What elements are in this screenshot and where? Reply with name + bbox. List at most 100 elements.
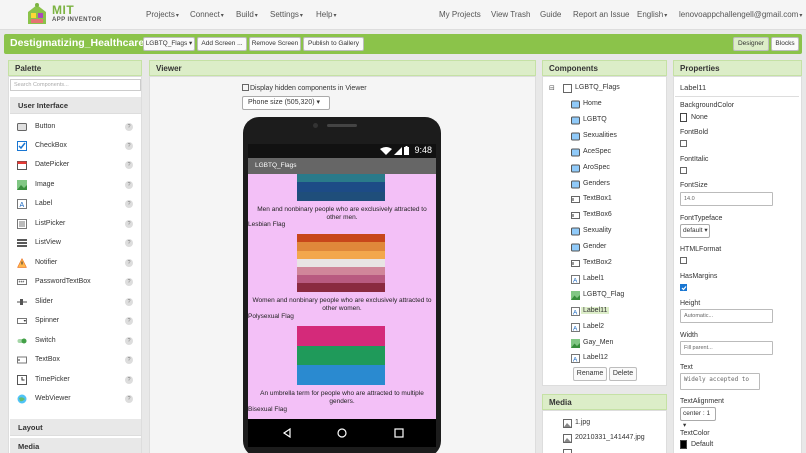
- tree-item[interactable]: A Label12: [571, 352, 661, 366]
- prop-text-color-value[interactable]: Default: [691, 441, 713, 448]
- help-icon[interactable]: ?: [125, 376, 133, 384]
- help-icon[interactable]: ?: [125, 317, 133, 325]
- palette-item-button[interactable]: Button?: [10, 118, 141, 137]
- help-icon[interactable]: ?: [125, 395, 133, 403]
- help-icon[interactable]: ?: [125, 200, 133, 208]
- palette-item-datepicker[interactable]: DatePicker?: [10, 156, 141, 175]
- rename-button[interactable]: Rename: [573, 367, 607, 381]
- tree-item[interactable]: Gender: [571, 241, 661, 255]
- my-projects-link[interactable]: My Projects: [439, 10, 481, 19]
- language-menu[interactable]: English▾: [637, 10, 667, 19]
- blocks-button[interactable]: Blocks: [771, 37, 799, 51]
- html-format-checkbox[interactable]: [680, 257, 687, 264]
- help-icon[interactable]: ?: [125, 356, 133, 364]
- text-alignment-select[interactable]: center : 1 ▾: [680, 407, 716, 429]
- delete-button[interactable]: Delete: [609, 367, 637, 381]
- help-icon[interactable]: ?: [125, 161, 133, 169]
- palette-item-switch[interactable]: Switch?: [10, 332, 141, 351]
- tree-item[interactable]: LGBTQ: [571, 114, 661, 128]
- help-icon[interactable]: ?: [125, 337, 133, 345]
- media-item[interactable]: 20210331_141447.jpg: [563, 432, 663, 446]
- account-menu[interactable]: lenovoappchallengell@gmail.com▾: [679, 10, 802, 19]
- gay-men-flag-image[interactable]: [297, 174, 385, 201]
- palette-section-user-interface[interactable]: User Interface: [10, 97, 141, 114]
- palette-item-spinner[interactable]: Spinner?: [10, 312, 141, 331]
- palette-item-webviewer[interactable]: WebViewer?: [10, 390, 141, 409]
- text-color-swatch[interactable]: [680, 440, 687, 449]
- help-icon[interactable]: ?: [125, 298, 133, 306]
- tree-item[interactable]: TextBox6: [571, 209, 661, 223]
- collapse-icon[interactable]: ⊟: [549, 84, 555, 92]
- tree-item[interactable]: Sexuality: [571, 225, 661, 239]
- help-icon[interactable]: ?: [125, 278, 133, 286]
- palette-item-listview[interactable]: ListView?: [10, 234, 141, 253]
- tree-root[interactable]: ⊟ LGBTQ_Flags: [549, 82, 659, 96]
- lesbian-flag-image[interactable]: [297, 234, 385, 292]
- flag-description-label[interactable]: Women and nonbinary people who are exclu…: [250, 297, 434, 313]
- view-trash-link[interactable]: View Trash: [491, 10, 530, 19]
- hidden-components-checkbox[interactable]: Display hidden components in Viewer: [242, 84, 367, 92]
- font-typeface-select[interactable]: default ▾: [680, 224, 710, 238]
- width-input[interactable]: Fill parent...: [680, 341, 773, 355]
- palette-search-input[interactable]: Search Components...: [10, 79, 141, 91]
- tree-item[interactable]: LGBTQ_Flag: [571, 289, 661, 303]
- report-issue-link[interactable]: Report an Issue: [573, 10, 629, 19]
- palette-item-timepicker[interactable]: TimePicker?: [10, 371, 141, 390]
- tree-item[interactable]: Genders: [571, 178, 661, 192]
- palette-item-notifier[interactable]: Notifier?: [10, 254, 141, 273]
- tree-item[interactable]: A Label1: [571, 273, 661, 287]
- help-icon[interactable]: ?: [125, 181, 133, 189]
- menu-connect[interactable]: Connect▾: [190, 10, 224, 19]
- remove-screen-button[interactable]: Remove Screen: [249, 37, 301, 51]
- menu-settings[interactable]: Settings▾: [270, 10, 303, 19]
- flag-name-label[interactable]: Bisexual Flag: [248, 406, 287, 413]
- palette-item-image[interactable]: Image?: [10, 176, 141, 195]
- palette-item-textbox[interactable]: TextBox?: [10, 351, 141, 370]
- checkbox-box[interactable]: [242, 84, 249, 91]
- font-size-input[interactable]: 14.0: [680, 192, 773, 206]
- help-icon[interactable]: ?: [125, 259, 133, 267]
- palette-section-layout[interactable]: Layout: [10, 419, 141, 436]
- recents-icon[interactable]: [394, 428, 404, 438]
- designer-button[interactable]: Designer: [733, 37, 769, 51]
- flag-name-label[interactable]: Polysexual Flag: [248, 313, 294, 320]
- menu-help[interactable]: Help▾: [316, 10, 336, 19]
- font-bold-checkbox[interactable]: [680, 140, 687, 147]
- add-screen-button[interactable]: Add Screen ...: [197, 37, 247, 51]
- tree-item[interactable]: Sexualities: [571, 130, 661, 144]
- flag-description-label[interactable]: An umbrella term for people who are attr…: [250, 390, 434, 406]
- tree-item[interactable]: A Label11: [571, 305, 661, 319]
- tree-item[interactable]: AceSpec: [571, 146, 661, 160]
- publish-gallery-button[interactable]: Publish to Gallery: [303, 37, 364, 51]
- palette-item-label[interactable]: A Label?: [10, 195, 141, 214]
- media-item[interactable]: 1.jpg: [563, 417, 663, 431]
- palette-item-slider[interactable]: Slider?: [10, 293, 141, 312]
- phone-size-select[interactable]: Phone size (505,320) ▾: [242, 96, 330, 110]
- help-icon[interactable]: ?: [125, 142, 133, 150]
- tree-item[interactable]: Home: [571, 98, 661, 112]
- help-icon[interactable]: ?: [125, 220, 133, 228]
- menu-build[interactable]: Build▾: [236, 10, 258, 19]
- color-swatch[interactable]: [680, 113, 687, 122]
- palette-section-media[interactable]: Media: [10, 438, 141, 453]
- font-italic-checkbox[interactable]: [680, 167, 687, 174]
- menu-projects[interactable]: Projects▾: [146, 10, 179, 19]
- prop-background-color-value[interactable]: None: [691, 114, 708, 121]
- help-icon[interactable]: ?: [125, 123, 133, 131]
- polysexual-flag-image[interactable]: [297, 326, 385, 385]
- guide-link[interactable]: Guide: [540, 10, 561, 19]
- tree-item[interactable]: TextBox2: [571, 257, 661, 271]
- flag-name-label[interactable]: Lesbian Flag: [248, 221, 285, 228]
- help-icon[interactable]: ?: [125, 239, 133, 247]
- height-input[interactable]: Automatic...: [680, 309, 773, 323]
- tree-item[interactable]: TextBox1: [571, 193, 661, 207]
- palette-item-listpicker[interactable]: ListPicker?: [10, 215, 141, 234]
- tree-item[interactable]: A Label2: [571, 321, 661, 335]
- tree-item[interactable]: Gay_Men: [571, 337, 661, 351]
- palette-item-passwordtextbox[interactable]: *** PasswordTextBox?: [10, 273, 141, 292]
- has-margins-checkbox[interactable]: [680, 284, 687, 291]
- text-input[interactable]: Widely accepted to: [680, 373, 760, 390]
- screen-select-button[interactable]: LGBTQ_Flags ▾: [143, 37, 195, 51]
- home-icon[interactable]: [337, 428, 347, 438]
- palette-item-checkbox[interactable]: CheckBox?: [10, 137, 141, 156]
